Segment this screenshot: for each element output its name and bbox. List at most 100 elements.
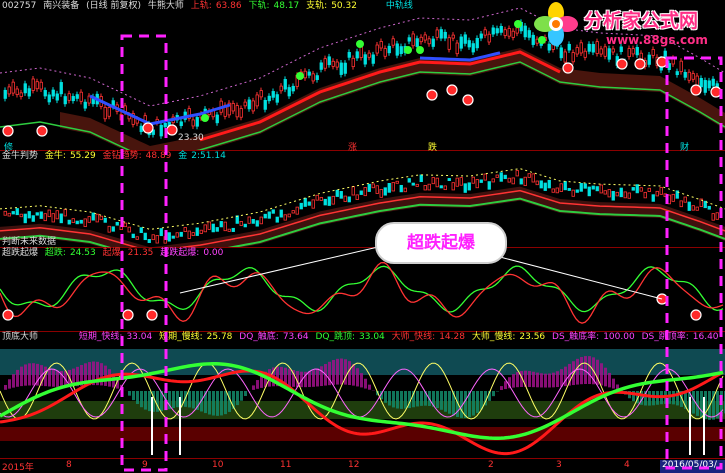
candle-body [371,183,375,189]
candle-body [123,222,127,228]
candle-body [231,227,235,232]
histogram-bar [208,391,211,415]
histogram-bar [436,391,439,409]
candle-body [379,41,383,49]
histogram-bar [16,369,19,387]
field-value: 48.17 [273,1,300,11]
candle-body [39,81,43,90]
histogram-bar [536,372,539,388]
candle-body [187,230,191,239]
candle-body [415,183,419,187]
candle-body [439,185,443,189]
histogram-bar [320,366,323,387]
candle-body [475,179,479,189]
candle-body [19,213,23,218]
candle-body [439,29,443,39]
candle-body [259,90,263,98]
candle-body [331,60,335,67]
candle-body [667,63,671,70]
candle-body [623,191,627,199]
candle-body [583,183,587,189]
candle-body [247,216,251,224]
candle-body [223,221,227,232]
candle-body [443,185,447,191]
candle-body [631,187,635,191]
oscillator-slow-line [0,261,724,324]
candle-body [251,218,255,224]
candle-body [447,37,451,50]
candle-body [239,108,243,118]
candle-body [635,184,639,194]
histogram-bar [132,391,135,401]
histogram-bar [192,391,195,409]
candle-body [531,173,535,183]
candle-body [435,29,439,38]
candle-body [399,184,403,193]
candle-body [507,28,511,37]
candle-body [511,30,515,38]
candle-body [419,36,423,43]
histogram-bar [52,369,55,387]
histogram-bar [28,363,31,386]
candle-body [255,94,259,107]
callout-bubble: 超跌起爆 [375,222,507,264]
histogram-bar [504,381,507,390]
histogram-bar [352,364,355,386]
candle-body [479,179,483,183]
axis-month: 10 [212,460,224,470]
histogram-bar [564,366,567,387]
candle-body [711,213,715,221]
time-axis: 2015年 8 9 10 11 12 2 3 4 2016/05/03/二 [0,458,725,473]
oscillator-panel[interactable]: 超跌起爆 超跌: 24.53 起爆: 21.35 超跌起爆: 0.00 [0,247,725,332]
histogram-bar [216,391,219,416]
osc-panel-title: 超跌起爆 [2,248,39,258]
histogram-bar [540,373,543,388]
histogram-bar [128,391,131,396]
candle-body [119,114,123,121]
candle-body [211,223,215,233]
candle-body [75,220,79,225]
histogram-bar [236,391,239,406]
buy-marker-icon [404,46,412,54]
signal-marker-icon [656,56,668,68]
signal-marker-icon [146,309,158,321]
histogram-bar [404,391,407,409]
candle-body [515,27,519,34]
histogram-bar [4,384,7,390]
candle-body [615,191,619,197]
oscillator-panel-header: 超跌起爆 超跌: 24.53 起爆: 21.35 超跌起爆: 0.00 [2,248,227,259]
candle-body [75,94,79,99]
field-label: 上轨: [190,1,212,11]
candle-body [167,232,171,242]
candle-body [259,216,263,225]
top-bottom-panel[interactable]: 顶底大师 短期_快线: 33.04 短期_慢线: 25.78 DQ_触底: 73.64… [0,331,725,459]
candle-body [27,211,31,219]
field-label: 起爆: [102,248,124,258]
candle-body [699,78,703,88]
trend-panel-title: 金牛判势 [2,151,39,161]
histogram-bar [336,358,339,385]
candle-body [79,219,83,224]
signal-marker-icon [690,309,702,321]
field-value: 21.35 [127,248,154,258]
buy-marker-icon [416,46,424,54]
candle-body [559,183,563,192]
histogram-bar [144,391,147,410]
candle-body [63,96,67,105]
field-label: 超跌起爆: [160,248,200,258]
trend-panel[interactable]: 金牛判势 金牛: 55.29 金钻趋势: 48.89 金 2:51.14 判断未来数据 [0,150,725,248]
candle-body [175,232,179,238]
candle-body [331,195,335,205]
overlay-label: 中轨线 [385,1,413,11]
field-label: 金钻趋势: [102,151,142,161]
signal-marker-icon [142,122,154,134]
candle-body [447,178,451,181]
candle-body [423,34,427,41]
histogram-bar [332,359,335,385]
candle-body [127,226,131,233]
candle-body [535,180,539,186]
candle-body [687,71,691,81]
candle-body [367,52,371,58]
histogram-bar [388,391,391,406]
histogram-bar [224,391,227,415]
